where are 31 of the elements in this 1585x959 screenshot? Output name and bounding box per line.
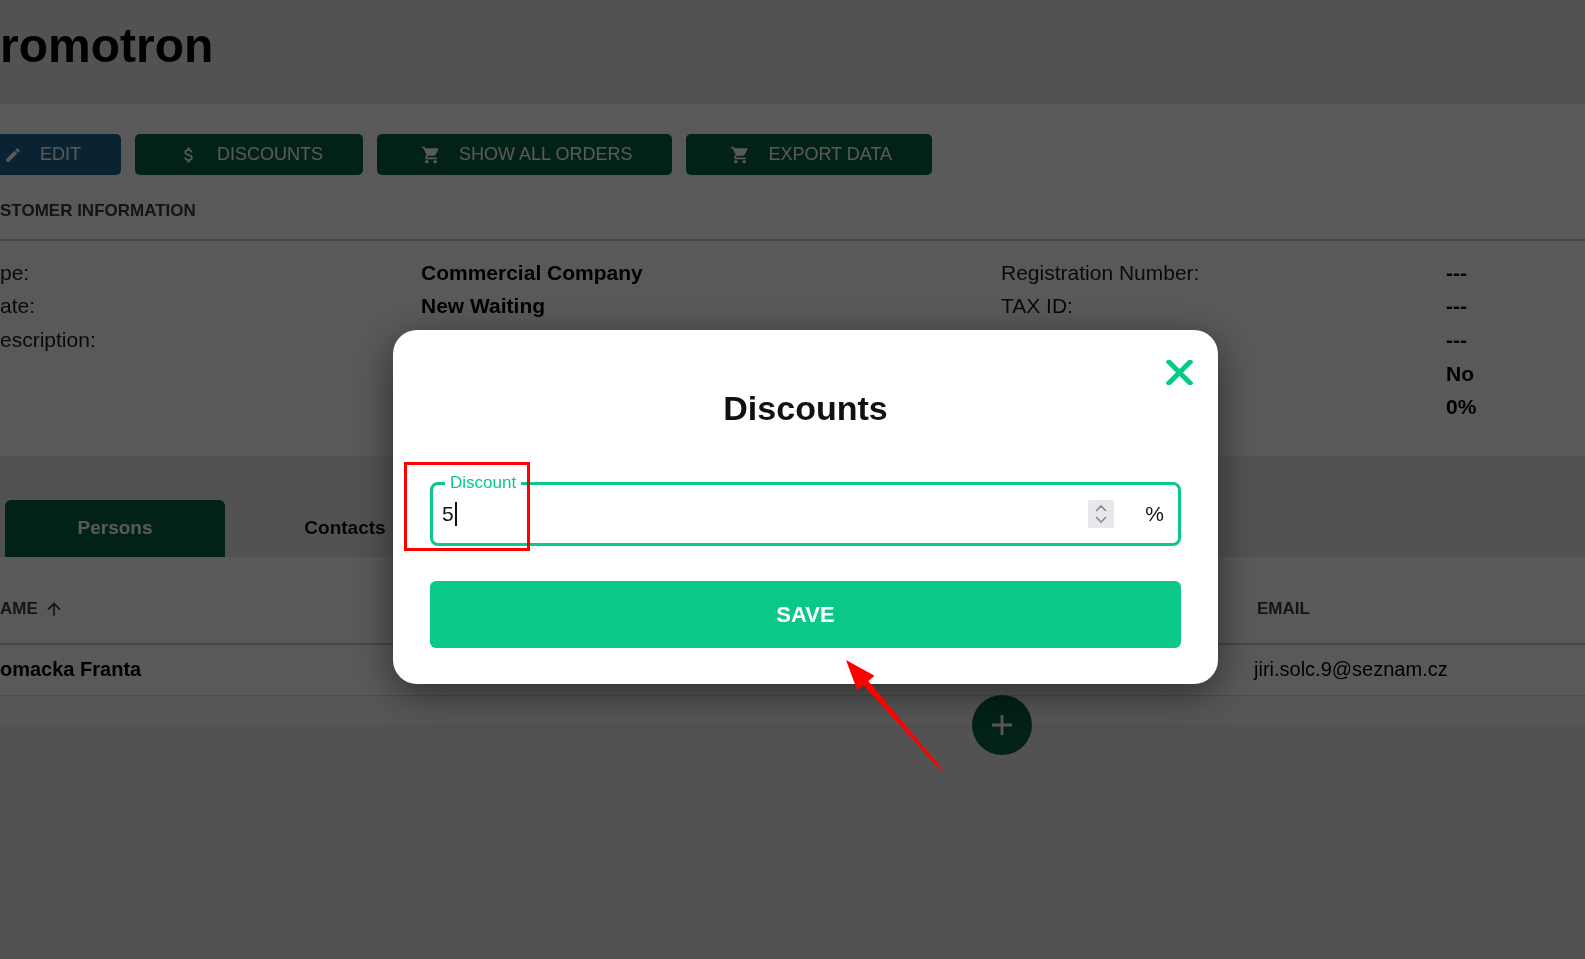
save-button[interactable]: SAVE xyxy=(430,581,1181,648)
table-cell: jiri.solc.9@seznam.cz xyxy=(1254,658,1448,682)
field-value: Commercial Company xyxy=(421,260,643,285)
tab[interactable]: Persons xyxy=(5,499,225,557)
pencil-icon xyxy=(4,145,22,164)
text-cursor-icon xyxy=(454,502,457,526)
toolbar-button[interactable]: EDIT xyxy=(0,134,121,175)
field-value: --- xyxy=(1446,328,1467,352)
column-header[interactable]: AME xyxy=(0,598,38,619)
field-label: ate: xyxy=(0,294,36,319)
close-icon xyxy=(1166,360,1193,385)
field-label: escription: xyxy=(0,328,96,352)
page-title: romotron xyxy=(0,18,214,74)
field-value: No xyxy=(1446,361,1474,386)
unit-label: % xyxy=(1145,502,1164,526)
close-button[interactable] xyxy=(1166,360,1193,385)
section-heading: STOMER INFORMATION xyxy=(0,201,197,221)
field-value: 0% xyxy=(1446,395,1477,420)
field-label: pe: xyxy=(0,260,30,285)
field-label: Registration Number: xyxy=(1001,260,1200,285)
toolbar-button[interactable]: EXPORT DATA xyxy=(686,134,933,175)
column-header[interactable]: EMAIL xyxy=(1257,598,1310,619)
field-value: New Waiting xyxy=(421,294,546,319)
toolbar-button[interactable]: DISCOUNTS xyxy=(135,134,364,175)
field-value: --- xyxy=(1446,260,1467,285)
field-value: --- xyxy=(1446,294,1467,319)
field-label: TAX ID: xyxy=(1001,294,1073,319)
toolbar-button[interactable]: SHOW ALL ORDERS xyxy=(377,134,673,175)
table-cell: omacka Franta xyxy=(0,658,142,682)
dialog-title: Discounts xyxy=(722,388,889,429)
spinner-icon[interactable] xyxy=(1088,500,1115,528)
